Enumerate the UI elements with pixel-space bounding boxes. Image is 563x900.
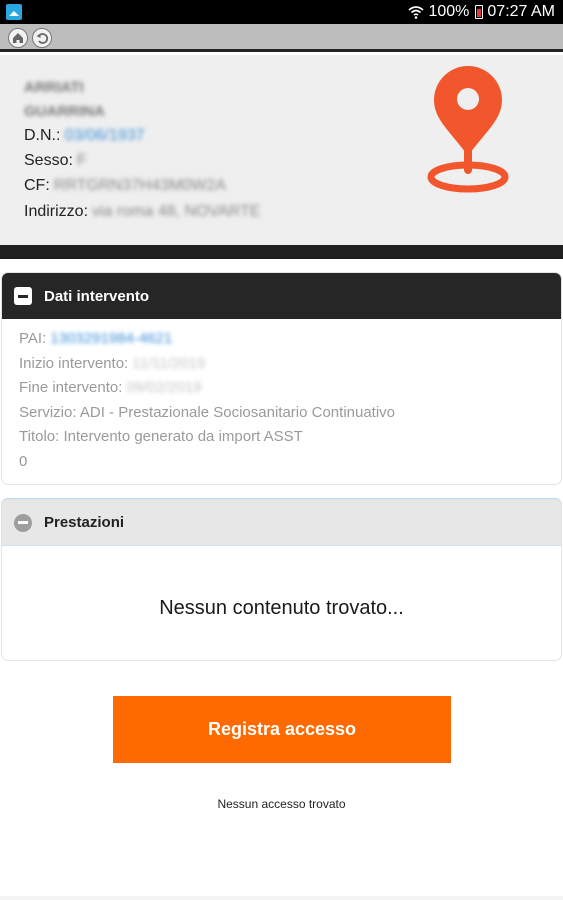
titolo-row: Titolo: Intervento generato da import AS… (19, 428, 303, 445)
extra-row: 0 (19, 452, 28, 470)
fine-value: 09/02/2019 (126, 379, 202, 396)
patient-indirizzo-row: Indirizzo: via roma 48, NOVARTE (24, 203, 260, 221)
battery-percent: 100% (428, 3, 470, 20)
prestazioni-title: Prestazioni (44, 514, 125, 531)
dati-intervento-title: Dati intervento (44, 287, 150, 305)
cf-value: RRTGRN37H43M0W2A (53, 177, 226, 194)
location-pin-icon[interactable] (425, 64, 515, 200)
pai-label: PAI: (19, 330, 47, 347)
patient-cf-row: CF: RRTGRN37H43M0W2A (24, 177, 226, 195)
indirizzo-value: via roma 48, NOVARTE (92, 203, 261, 220)
dn-label: D.N.: (24, 127, 61, 144)
servizio-row: Servizio: ADI - Prestazionale Sociosanit… (19, 403, 396, 421)
back-button[interactable] (32, 28, 52, 48)
header-divider (0, 245, 563, 259)
status-right: 100% 07:27 AM (408, 3, 555, 21)
dn-value: 03/06/1937 (64, 127, 145, 144)
patient-first-name: GUARRINA (24, 103, 105, 120)
home-icon (13, 33, 23, 43)
patient-dn-row: D.N.: 03/06/1937 (24, 127, 145, 145)
pai-value: 1303291984-4621 (50, 330, 173, 347)
back-arrow-icon (36, 33, 49, 44)
sesso-label: Sesso: (24, 152, 73, 169)
battery-icon (475, 5, 484, 19)
pai-row: PAI: 1303291984-4621 (19, 327, 544, 352)
empty-message: Nessun contenuto trovato... (159, 597, 404, 619)
collapse-icon (14, 287, 32, 305)
registra-accesso-button[interactable]: Registra accesso (113, 696, 451, 763)
status-bar: 100% 07:27 AM (0, 0, 563, 24)
bottom-edge (0, 896, 563, 900)
dati-intervento-header[interactable]: Dati intervento (2, 273, 561, 319)
fine-label: Fine intervento: (19, 379, 123, 396)
inizio-value: 11/11/2019 (132, 354, 206, 372)
inizio-row: Inizio intervento: 11/11/2019 (19, 352, 544, 377)
patient-sesso-row: Sesso: F (24, 152, 87, 170)
wifi-icon (408, 6, 424, 19)
cf-label: CF: (24, 177, 50, 194)
fine-row: Fine intervento: 09/02/2019 (19, 376, 544, 401)
dati-intervento-body: PAI: 1303291984-4621 Inizio intervento: … (2, 319, 561, 482)
no-access-message: Nessun accesso trovato (217, 797, 346, 811)
home-button[interactable] (8, 28, 28, 48)
clock: 07:27 AM (487, 3, 555, 20)
prestazioni-card: Prestazioni Nessun contenuto trovato... (2, 500, 561, 660)
patient-surname: ARRIATI (24, 79, 84, 96)
app-notification-icon (6, 4, 22, 20)
prestazioni-header[interactable]: Prestazioni (2, 500, 561, 546)
indirizzo-label: Indirizzo: (24, 203, 89, 220)
sesso-value: F (76, 152, 87, 169)
toolbar (0, 24, 563, 52)
collapse-icon (14, 513, 32, 532)
dati-intervento-card: Dati intervento PAI: 1303291984-4621 Ini… (2, 273, 561, 484)
inizio-label: Inizio intervento: (19, 354, 129, 372)
